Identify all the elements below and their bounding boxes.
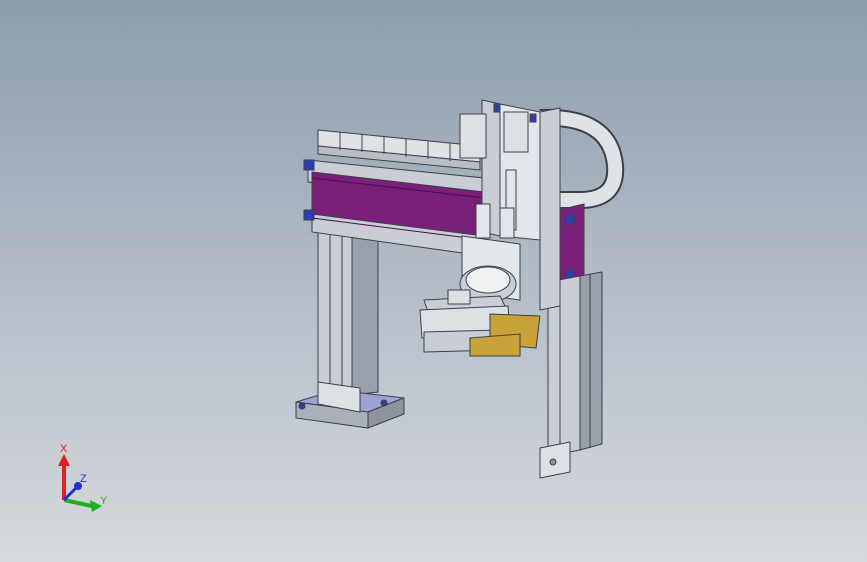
y-axis-label: Y (100, 495, 108, 507)
coordinate-triad: X Z Y (58, 443, 108, 512)
3d-viewport[interactable]: X Z Y (0, 0, 867, 562)
rotary-gripper-unit (419, 235, 541, 357)
gantry-assembly-model[interactable] (0, 0, 867, 562)
x-axis-arrowhead (58, 454, 70, 466)
x-axis-label: X (60, 443, 68, 455)
z-axis-label: Z (80, 473, 87, 485)
left-column (317, 224, 379, 396)
left-base-plate (295, 381, 405, 429)
